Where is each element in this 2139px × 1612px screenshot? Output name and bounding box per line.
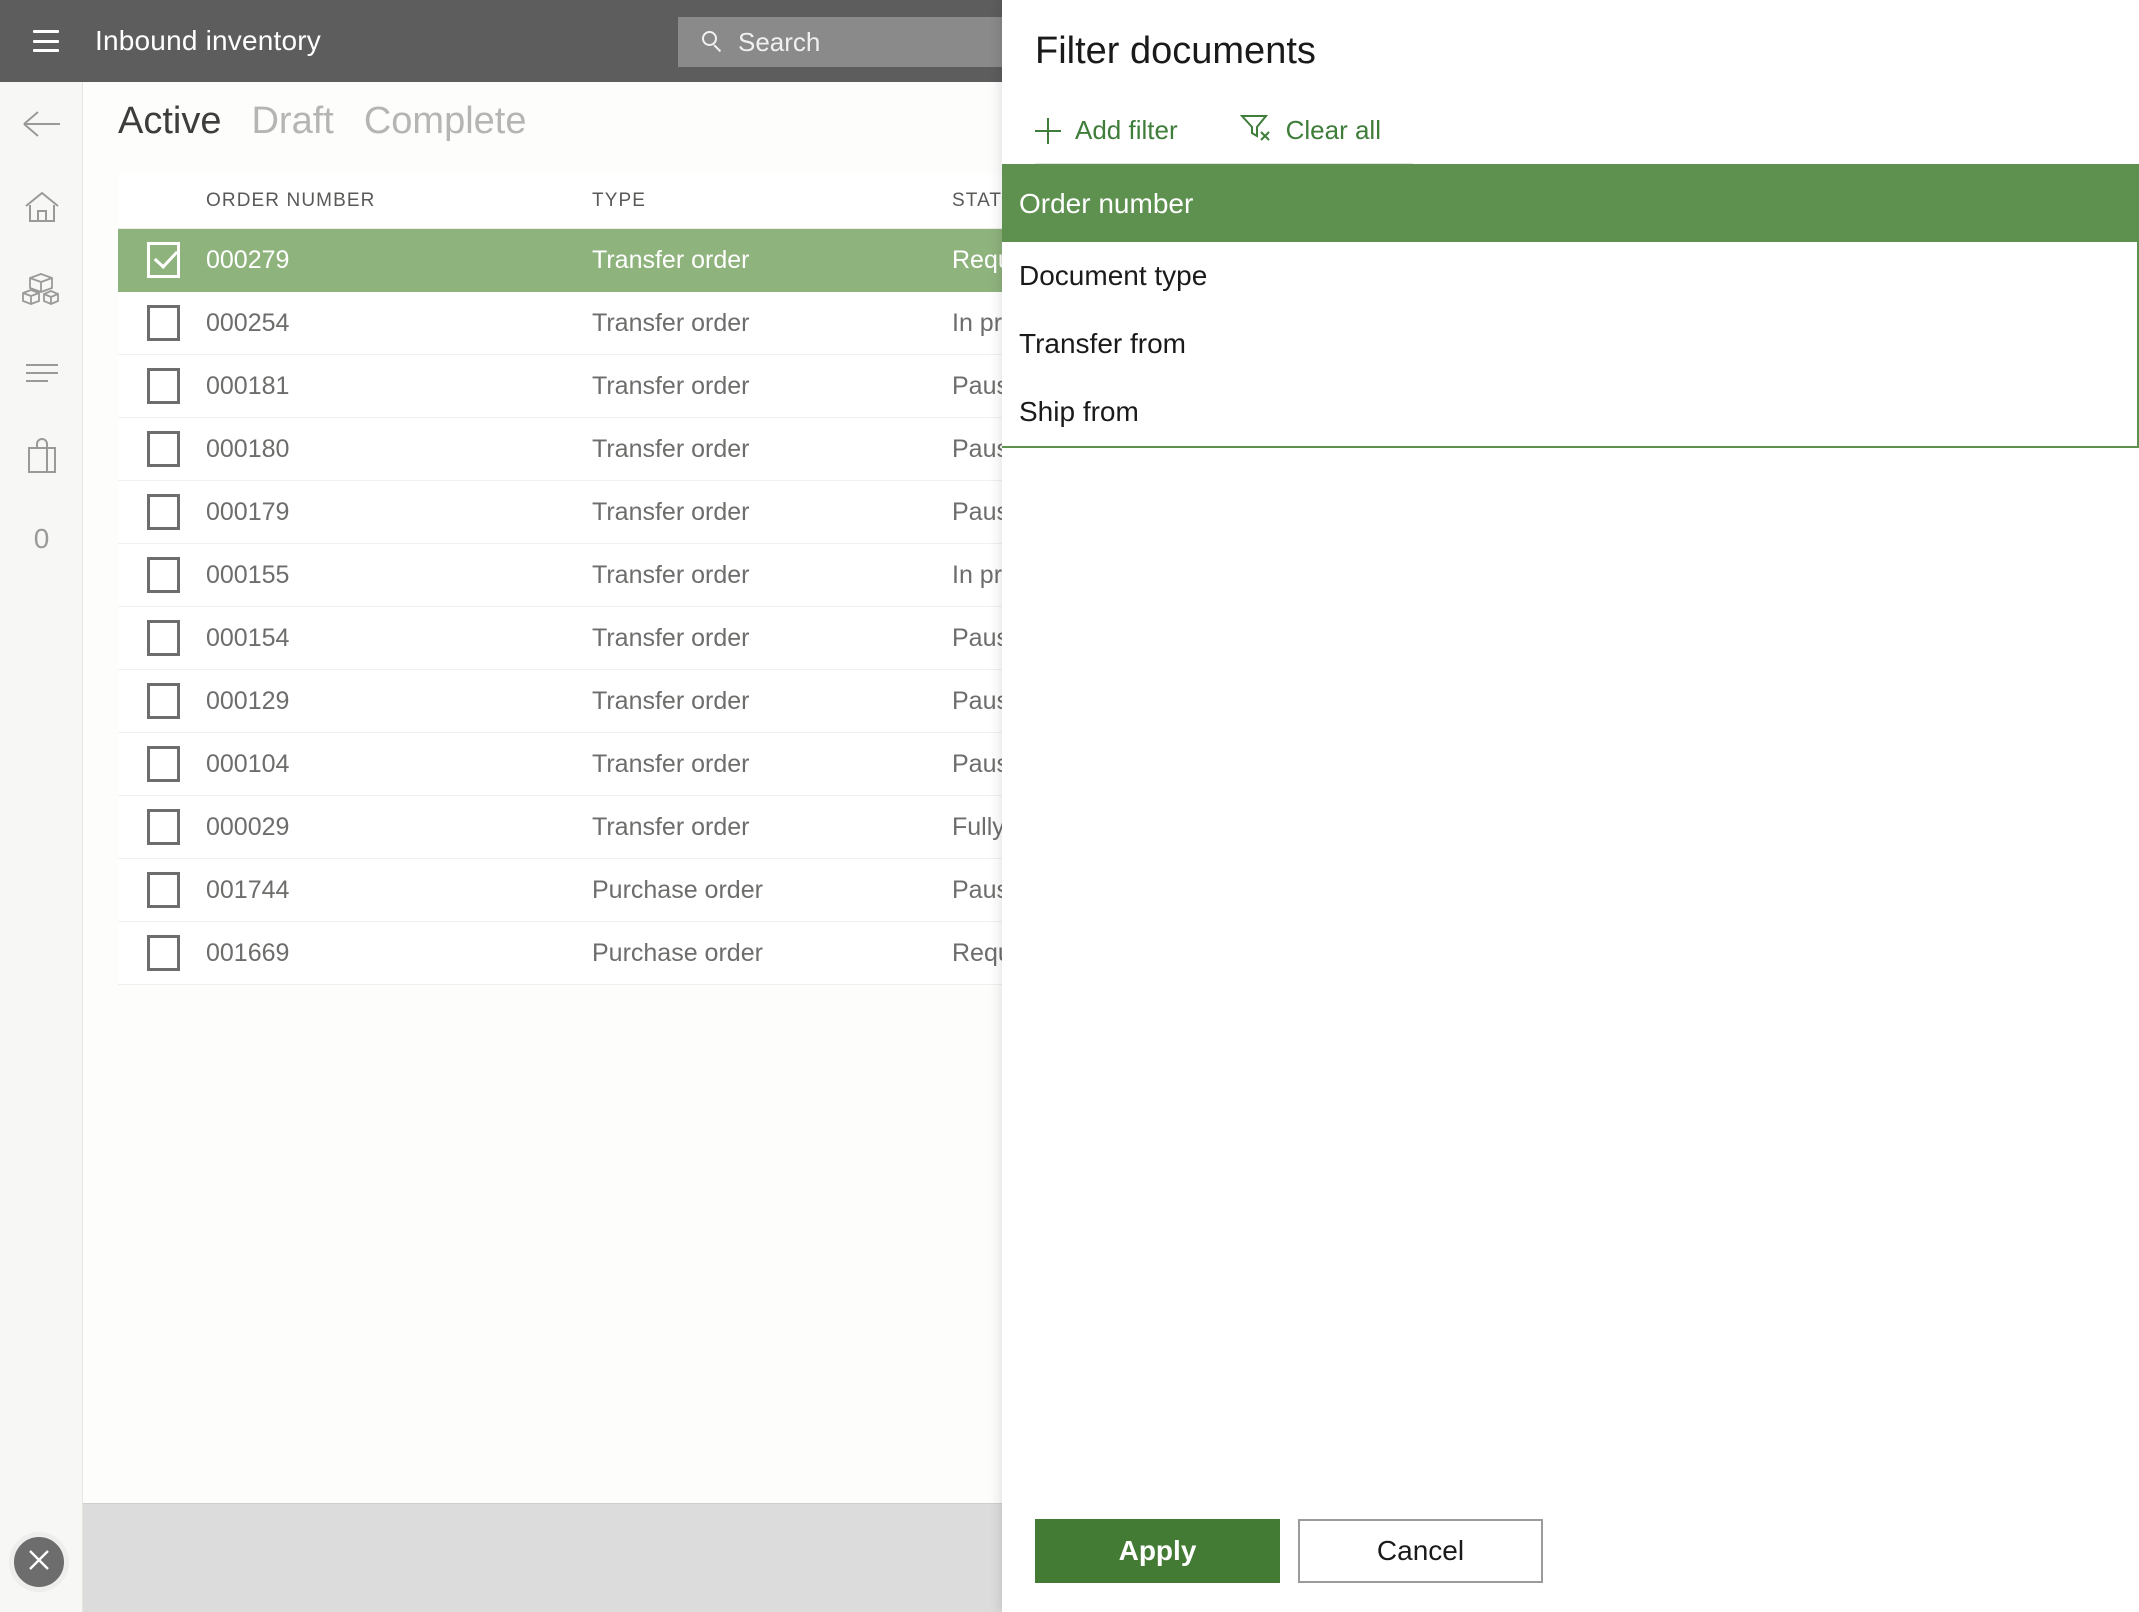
apply-button[interactable]: Apply <box>1035 1519 1280 1583</box>
cell-type: Transfer order <box>592 812 750 841</box>
cell-type: Purchase order <box>592 875 763 904</box>
tab-complete[interactable]: Complete <box>364 100 527 143</box>
dropdown-option-ship-from[interactable]: Ship from <box>1002 378 2137 446</box>
cell-order-number: 000181 <box>206 371 290 400</box>
add-filter-button[interactable]: Add filter <box>1035 115 1178 146</box>
counter-label: 0 <box>33 522 50 554</box>
row-checkbox-cell <box>118 557 206 593</box>
cell-order-number: 000180 <box>206 434 290 463</box>
row-checkbox-cell <box>118 305 206 341</box>
application-window: Inbound inventory Search 0 Active Draft … <box>0 0 2139 1612</box>
view-tabs: Active Draft Complete <box>118 100 526 143</box>
row-checkbox-cell <box>118 494 206 530</box>
dropdown-option-transfer-from[interactable]: Transfer from <box>1002 310 2137 378</box>
cell-type: Purchase order <box>592 938 763 967</box>
checkbox-icon[interactable] <box>147 494 180 530</box>
cell-type: Transfer order <box>592 623 750 652</box>
tab-draft[interactable]: Draft <box>251 100 333 143</box>
page-title: Inbound inventory <box>95 25 322 56</box>
row-checkbox-cell <box>118 368 206 404</box>
dropdown-option-order-number[interactable]: Order number <box>1002 166 2137 242</box>
cell-type: Transfer order <box>592 245 750 274</box>
cell-order-number: 000179 <box>206 497 290 526</box>
dropdown-option-document-type[interactable]: Document type <box>1002 242 2137 310</box>
sidebar-item-back[interactable] <box>0 82 83 165</box>
cell-order-number: 000029 <box>206 812 290 841</box>
back-arrow-icon <box>21 109 63 139</box>
search-icon <box>700 29 726 55</box>
checkbox-icon[interactable] <box>147 809 180 845</box>
checkbox-icon[interactable] <box>147 305 180 341</box>
sidebar-item-inventory[interactable] <box>0 248 83 331</box>
home-icon <box>23 190 61 224</box>
cell-order-number: 000279 <box>206 245 290 274</box>
cell-order-number: 000254 <box>206 308 290 337</box>
sidebar-item-home[interactable] <box>0 165 83 248</box>
checkbox-checked-icon[interactable] <box>147 242 180 278</box>
funnel-clear-icon <box>1239 112 1272 149</box>
list-lines-icon <box>24 362 60 384</box>
cell-type: Transfer order <box>592 497 750 526</box>
clear-all-button[interactable]: Clear all <box>1239 112 1381 149</box>
cell-type: Transfer order <box>592 371 750 400</box>
packages-icon <box>21 271 63 309</box>
checkbox-icon[interactable] <box>147 872 180 908</box>
row-checkbox-cell <box>118 683 206 719</box>
row-checkbox-cell <box>118 242 206 278</box>
filter-documents-flyout: Filter documents Add filter Clear all Or… <box>1002 0 2139 1612</box>
hamburger-icon[interactable] <box>25 26 67 56</box>
flyout-action-bar: Add filter Clear all <box>1035 112 1381 149</box>
sidebar-item-counter[interactable]: 0 <box>0 497 83 580</box>
cell-order-number: 000155 <box>206 560 290 589</box>
filter-field-dropdown: Order number Document type Transfer from… <box>1002 164 2139 448</box>
bag-icon <box>26 437 58 474</box>
cell-order-number: 001669 <box>206 938 290 967</box>
checkbox-icon[interactable] <box>147 620 180 656</box>
cell-type: Transfer order <box>592 560 750 589</box>
checkbox-icon[interactable] <box>147 935 180 971</box>
close-button[interactable] <box>9 1532 69 1592</box>
cell-order-number: 001744 <box>206 875 290 904</box>
close-icon <box>24 1545 54 1580</box>
row-checkbox-cell <box>118 809 206 845</box>
clear-all-label: Clear all <box>1285 115 1381 145</box>
add-filter-label: Add filter <box>1075 115 1178 145</box>
checkbox-icon[interactable] <box>147 368 180 404</box>
flyout-title: Filter documents <box>1035 30 1316 72</box>
row-checkbox-cell <box>118 620 206 656</box>
cell-type: Transfer order <box>592 308 750 337</box>
checkbox-icon[interactable] <box>147 557 180 593</box>
cell-type: Transfer order <box>592 434 750 463</box>
row-checkbox-cell <box>118 431 206 467</box>
cell-type: Transfer order <box>592 686 750 715</box>
left-navigation-rail: 0 <box>0 82 83 1612</box>
row-checkbox-cell <box>118 746 206 782</box>
cancel-button[interactable]: Cancel <box>1298 1519 1543 1583</box>
column-header-order-number[interactable]: ORDER NUMBER <box>206 190 592 212</box>
sidebar-item-outbound[interactable] <box>0 414 83 497</box>
cell-order-number: 000104 <box>206 749 290 778</box>
checkbox-icon[interactable] <box>147 683 180 719</box>
cell-type: Transfer order <box>592 749 750 778</box>
flyout-footer: Apply Cancel <box>1035 1519 1543 1583</box>
row-checkbox-cell <box>118 872 206 908</box>
cell-order-number: 000129 <box>206 686 290 715</box>
tab-active[interactable]: Active <box>118 100 221 143</box>
column-header-type[interactable]: TYPE <box>592 190 952 212</box>
search-placeholder: Search <box>738 26 821 57</box>
sidebar-item-work-list[interactable] <box>0 331 83 414</box>
checkbox-icon[interactable] <box>147 746 180 782</box>
cell-order-number: 000154 <box>206 623 290 652</box>
plus-icon <box>1035 117 1061 144</box>
row-checkbox-cell <box>118 935 206 971</box>
checkbox-icon[interactable] <box>147 431 180 467</box>
